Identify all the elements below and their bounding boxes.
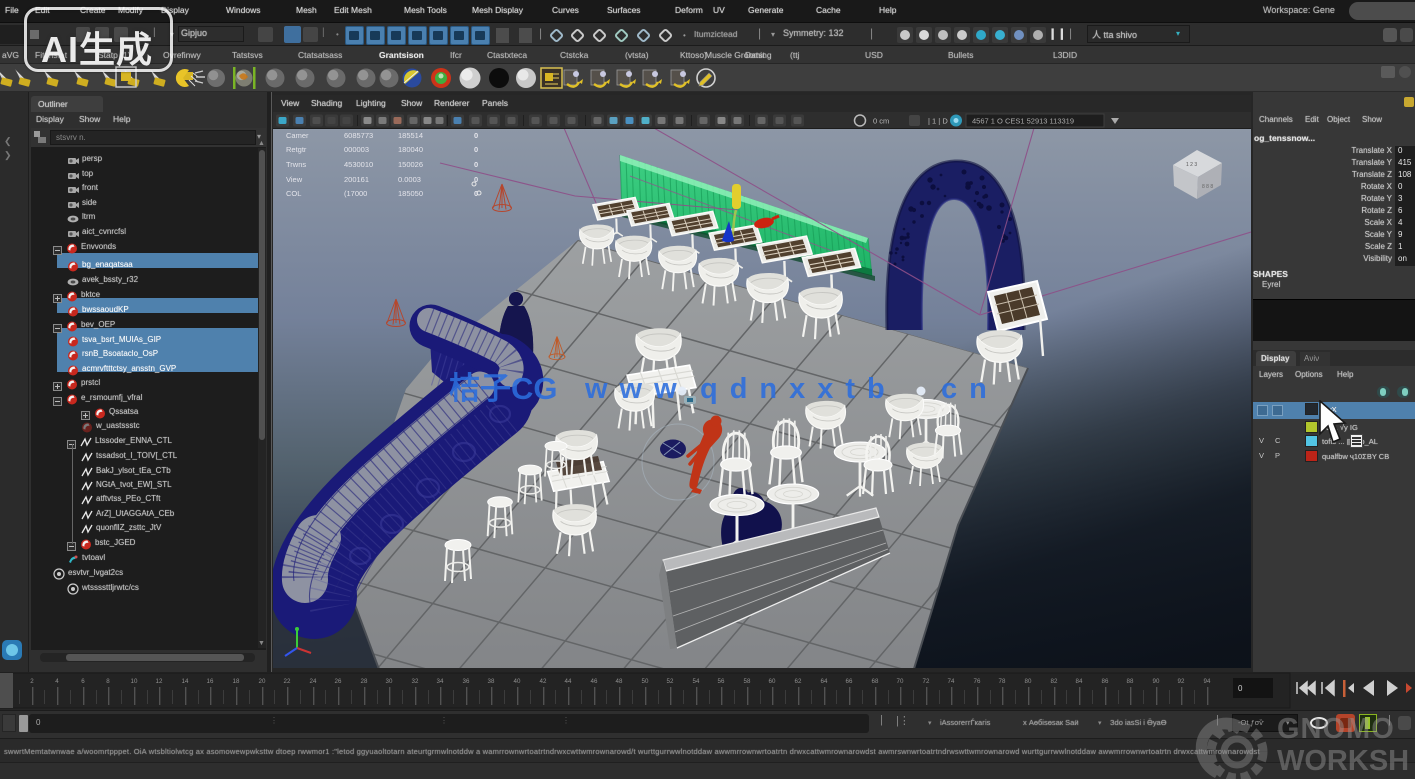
svg-text:0: 0 (474, 189, 478, 198)
svg-text:64: 64 (821, 678, 828, 685)
svg-text:54: 54 (693, 678, 700, 685)
svg-text:0: 0 (474, 131, 478, 140)
svg-text:52: 52 (667, 678, 674, 685)
svg-text:| 1 | D: | 1 | D (928, 117, 948, 126)
svg-text:4: 4 (55, 678, 59, 685)
svg-text:185514: 185514 (398, 131, 423, 140)
svg-text:36: 36 (463, 678, 470, 685)
svg-text:94: 94 (1204, 678, 1211, 685)
svg-text:0: 0 (474, 145, 478, 154)
svg-text:000003: 000003 (344, 145, 369, 154)
svg-text:8 8 8: 8 8 8 (1202, 184, 1213, 190)
svg-text:86: 86 (1102, 678, 1109, 685)
svg-text:WORKSH: WORKSH (1277, 745, 1409, 777)
svg-text:0.0003: 0.0003 (398, 175, 421, 184)
svg-text:0: 0 (474, 160, 478, 169)
svg-text:24: 24 (310, 678, 317, 685)
svg-text:56: 56 (718, 678, 725, 685)
svg-text:48: 48 (616, 678, 623, 685)
svg-text:4530010: 4530010 (344, 160, 373, 169)
svg-text:74: 74 (948, 678, 955, 685)
svg-text:38: 38 (488, 678, 495, 685)
svg-text:58: 58 (744, 678, 751, 685)
svg-text:60: 60 (769, 678, 776, 685)
svg-text:View: View (286, 175, 303, 184)
svg-text:185050: 185050 (398, 189, 423, 198)
svg-text:88: 88 (1127, 678, 1134, 685)
svg-text:14: 14 (182, 678, 189, 685)
svg-text:8: 8 (106, 678, 110, 685)
svg-text:80: 80 (1025, 678, 1032, 685)
svg-text:150026: 150026 (398, 160, 423, 169)
svg-text:0: 0 (1238, 684, 1243, 693)
svg-text:0 cm: 0 cm (873, 117, 889, 126)
svg-text:72: 72 (923, 678, 930, 685)
svg-text:44: 44 (565, 678, 572, 685)
svg-text:Trwns: Trwns (286, 160, 306, 169)
svg-text:COL: COL (286, 189, 301, 198)
svg-text:qdnxxtb: qdnxxtb (700, 373, 897, 405)
svg-text:30: 30 (386, 678, 393, 685)
svg-text:46: 46 (591, 678, 598, 685)
svg-text:42: 42 (540, 678, 547, 685)
svg-text:84: 84 (1076, 678, 1083, 685)
svg-text:66: 66 (846, 678, 853, 685)
svg-text:www: www (584, 373, 689, 405)
svg-text:62: 62 (795, 678, 802, 685)
svg-text:0: 0 (474, 175, 478, 184)
svg-text:32: 32 (412, 678, 419, 685)
svg-text:18: 18 (233, 678, 240, 685)
svg-text:10: 10 (131, 678, 138, 685)
svg-text:22: 22 (284, 678, 291, 685)
svg-text:2: 2 (30, 678, 34, 685)
svg-text:桔子CG: 桔子CG (449, 371, 558, 406)
svg-text:180040: 180040 (398, 145, 423, 154)
svg-text:Retgtr: Retgtr (286, 145, 307, 154)
svg-text:6: 6 (81, 678, 85, 685)
svg-text:82: 82 (1051, 678, 1058, 685)
svg-text:68: 68 (872, 678, 879, 685)
svg-text:(17000: (17000 (344, 189, 367, 198)
svg-text:Camer: Camer (286, 131, 309, 140)
svg-text:78: 78 (999, 678, 1006, 685)
svg-text:34: 34 (437, 678, 444, 685)
svg-text:28: 28 (361, 678, 368, 685)
svg-text:70: 70 (897, 678, 904, 685)
svg-text:6085773: 6085773 (344, 131, 373, 140)
svg-text:40: 40 (514, 678, 521, 685)
svg-text:1 2 3: 1 2 3 (1186, 162, 1197, 168)
svg-text:90: 90 (1153, 678, 1160, 685)
svg-text:50: 50 (642, 678, 649, 685)
svg-text:26: 26 (335, 678, 342, 685)
svg-text:cn: cn (941, 373, 999, 405)
svg-text:200161: 200161 (344, 175, 369, 184)
svg-text:76: 76 (974, 678, 981, 685)
svg-text:20: 20 (259, 678, 266, 685)
svg-text:16: 16 (207, 678, 214, 685)
svg-text:92: 92 (1178, 678, 1185, 685)
svg-text:4567 1 O CES1 52913 113319: 4567 1 O CES1 52913 113319 (972, 117, 1074, 126)
svg-text:12: 12 (156, 678, 163, 685)
svg-text:GNOMO: GNOMO (1277, 713, 1395, 745)
